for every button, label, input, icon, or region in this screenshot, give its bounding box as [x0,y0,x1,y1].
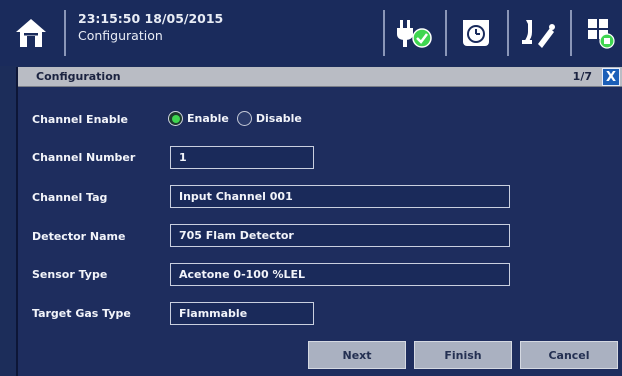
header-divider [445,10,447,56]
alarm-button[interactable] [450,8,502,58]
channel-tag-label: Channel Tag [32,191,108,204]
header-divider [507,10,509,56]
calibration-button[interactable] [512,8,564,58]
target-gas-type-field[interactable]: Flammable [170,302,314,325]
page-indicator: 1/7 [572,70,592,83]
alarm-clock-icon [463,20,489,46]
datetime-text: 23:15:50 18/05/2015 [78,11,224,26]
radio-option-enable[interactable]: Enable [168,111,229,126]
channel-enable-radio-group: Enable Disable [168,111,310,126]
target-gas-type-label: Target Gas Type [32,307,131,320]
header-divider [383,10,385,56]
window-titlebar: Configuration 1/7 X [18,67,622,87]
status-datetime: 23:15:50 18/05/2015 Configuration [78,10,223,44]
home-icon [16,19,46,47]
finish-button[interactable]: Finish [414,341,512,369]
radio-enable-label: Enable [187,112,229,125]
power-status-button[interactable] [388,8,440,58]
channel-number-label: Channel Number [32,151,136,164]
calibration-icon [522,20,555,48]
header-divider [570,10,572,56]
cancel-button[interactable]: Cancel [520,341,618,369]
radio-disable-label: Disable [255,112,302,125]
grid-settings-icon [588,19,615,49]
radio-selected-icon[interactable] [168,111,183,126]
sensor-type-label: Sensor Type [32,268,108,281]
radio-option-disable[interactable]: Disable [236,111,302,126]
channel-enable-label: Channel Enable [32,113,128,126]
channel-tag-field[interactable]: Input Channel 001 [170,185,510,208]
screen-subtitle: Configuration [78,28,163,43]
detector-name-label: Detector Name [32,230,126,243]
top-bar: 23:15:50 18/05/2015 Configuration [0,0,622,66]
sensor-type-field[interactable]: Acetone 0-100 %LEL [170,263,510,286]
close-button[interactable]: X [602,68,620,86]
configuration-window: Configuration 1/7 X Channel Enable Enabl… [16,67,622,376]
home-button[interactable] [6,8,56,58]
window-title: Configuration [36,70,121,83]
grid-settings-button[interactable] [574,8,622,58]
channel-number-field[interactable]: 1 [170,146,314,169]
power-plug-status-icon [397,20,432,48]
header-divider [64,10,66,56]
close-icon: X [605,69,617,85]
next-button[interactable]: Next [308,341,406,369]
radio-unselected-icon[interactable] [236,111,252,126]
detector-name-field[interactable]: 705 Flam Detector [170,224,510,247]
